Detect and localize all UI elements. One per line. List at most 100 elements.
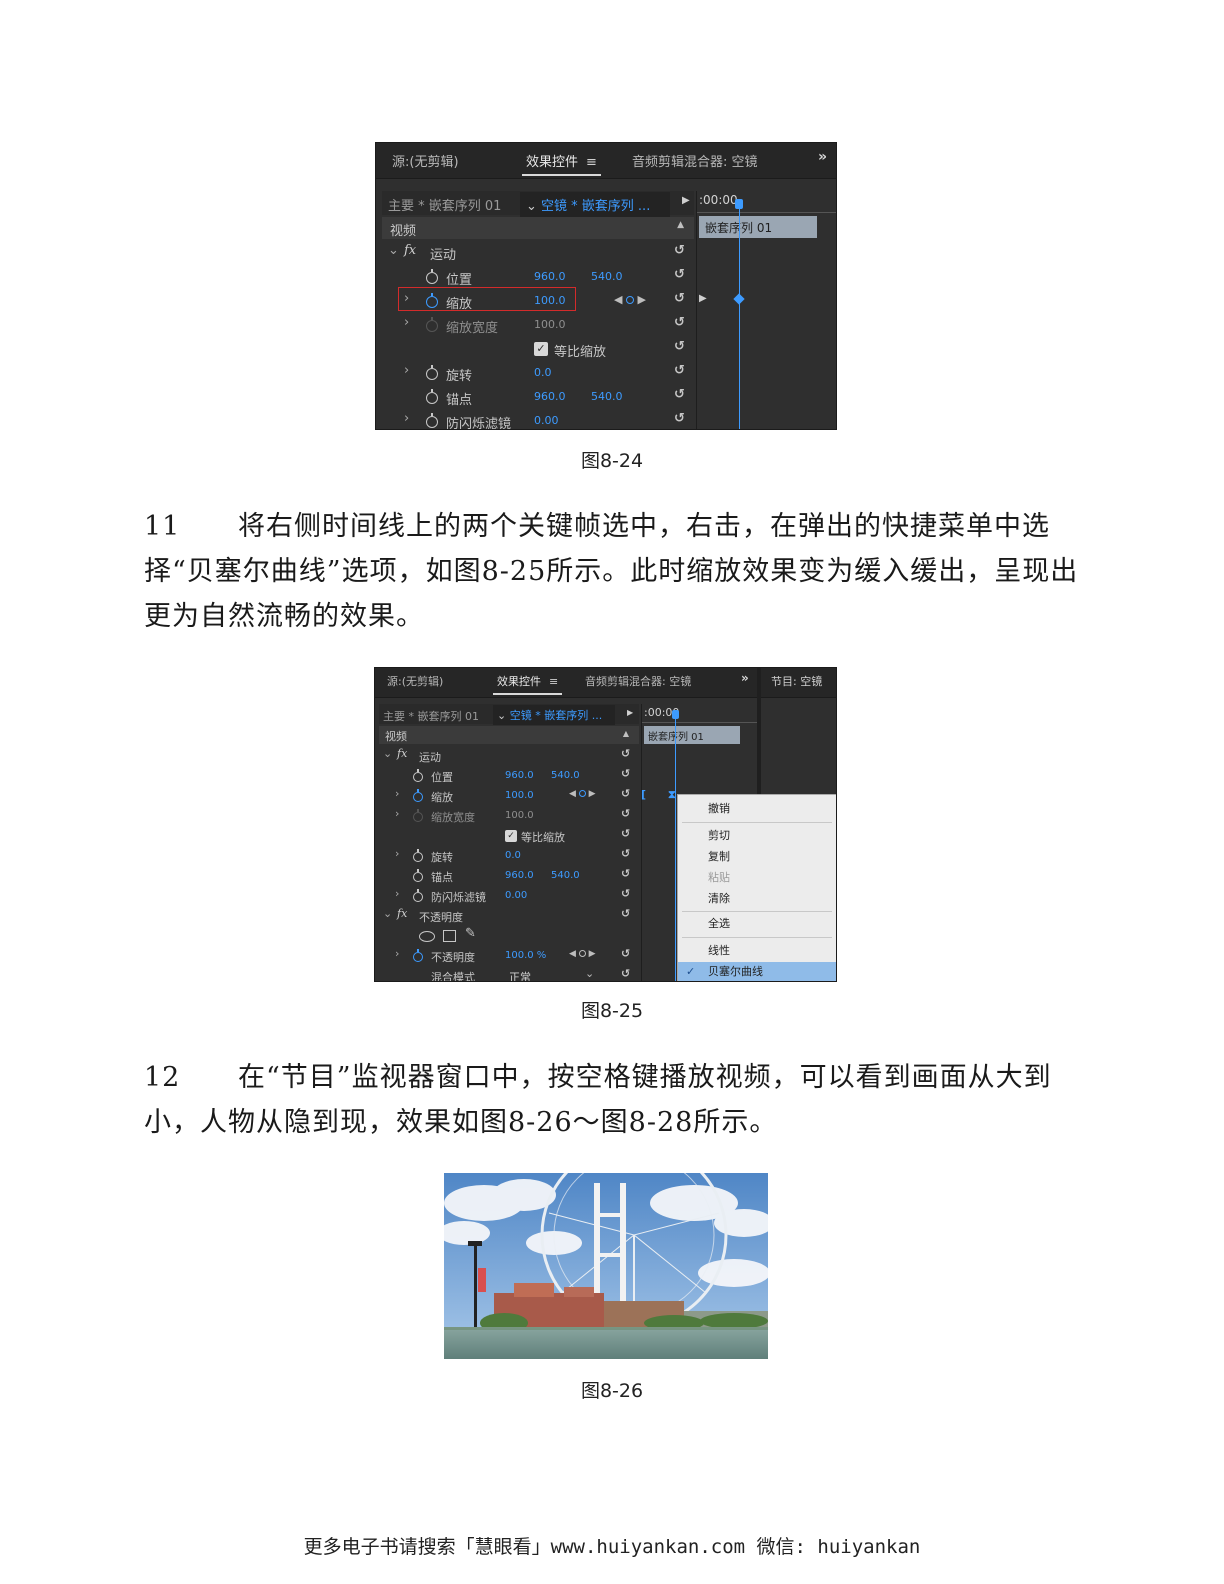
master-clip-label[interactable]: 主要 * 嵌套序列 01 (383, 708, 479, 724)
stopwatch-icon[interactable] (413, 892, 423, 902)
stopwatch-icon[interactable] (413, 952, 423, 962)
expand-chevron-icon[interactable]: › (404, 411, 409, 426)
reset-icon[interactable]: ↺ (621, 907, 630, 920)
tab-overflow-icon[interactable]: » (818, 149, 827, 165)
keyframe-navigator[interactable]: ◀ ▶ (614, 293, 646, 306)
stopwatch-icon[interactable] (426, 368, 438, 380)
reset-icon[interactable]: ↺ (621, 767, 630, 780)
scale-value[interactable]: 100.0 (505, 790, 534, 801)
reset-icon[interactable]: ↺ (621, 947, 630, 960)
stopwatch-icon[interactable] (413, 772, 423, 782)
reset-icon[interactable]: ↺ (621, 847, 630, 860)
play-triangle-icon[interactable]: ▶ (682, 195, 690, 206)
menu-cut[interactable]: 剪切 (678, 826, 836, 846)
playhead-handle[interactable] (735, 199, 743, 209)
keyframe-timeline[interactable]: :00:00 嵌套序列 01 ▶ (696, 191, 836, 429)
rotation-value[interactable]: 0.0 (534, 366, 552, 379)
reset-icon[interactable]: ↺ (674, 387, 685, 402)
clip-bar[interactable]: 嵌套序列 01 (644, 726, 740, 744)
tab-source[interactable]: 源:(无剪辑) (387, 673, 443, 689)
tab-menu-icon[interactable]: ≡ (549, 675, 558, 688)
add-keyframe-icon[interactable] (578, 790, 586, 797)
expand-chevron-icon[interactable]: ⌄ (383, 907, 392, 920)
collapse-up-icon[interactable]: ▲ (677, 220, 684, 230)
expand-chevron-icon[interactable]: › (395, 887, 399, 900)
position-x-value[interactable]: 960.0 (534, 270, 566, 283)
fx-icon[interactable]: fx (397, 907, 407, 920)
add-keyframe-icon[interactable] (578, 950, 586, 957)
reset-icon[interactable]: ↺ (674, 339, 685, 354)
reset-icon[interactable]: ↺ (674, 291, 685, 306)
bezier-keyframe-icon[interactable]: ⧗ (668, 788, 676, 802)
reset-icon[interactable]: ↺ (674, 243, 685, 258)
anchor-y-value[interactable]: 540.0 (591, 390, 623, 403)
expand-chevron-icon[interactable]: › (395, 847, 399, 860)
pen-mask-icon[interactable]: ✎ (465, 926, 476, 941)
tab-overflow-icon[interactable]: » (741, 671, 749, 685)
stopwatch-icon[interactable] (426, 392, 438, 404)
keyframe-navigator[interactable]: ◀ ▶ (569, 949, 596, 959)
rectangle-mask-icon[interactable] (443, 930, 456, 942)
expand-chevron-icon[interactable]: ⌄ (388, 243, 399, 258)
opacity-value[interactable]: 100.0 % (505, 950, 546, 961)
expand-chevron-icon[interactable]: › (404, 363, 409, 378)
effect-motion-row[interactable]: ⌄ fx 运动 ↺ (379, 746, 639, 766)
reset-icon[interactable]: ↺ (621, 867, 630, 880)
playhead-handle[interactable] (672, 710, 679, 719)
stopwatch-icon[interactable] (413, 852, 423, 862)
play-triangle-icon[interactable]: ▶ (627, 708, 633, 717)
fx-icon[interactable]: fx (404, 243, 416, 258)
reset-icon[interactable]: ↺ (674, 267, 685, 282)
position-y-value[interactable]: 540.0 (591, 270, 623, 283)
play-triangle-icon[interactable]: ▶ (699, 293, 707, 304)
menu-clear[interactable]: 清除 (678, 889, 836, 909)
master-clip-label[interactable]: 主要 * 嵌套序列 01 (388, 195, 501, 214)
anchor-x-value[interactable]: 960.0 (505, 870, 534, 881)
checkbox-icon[interactable]: ✓ (505, 830, 517, 842)
expand-chevron-icon[interactable]: › (395, 807, 399, 820)
tab-menu-icon[interactable]: ≡ (586, 155, 597, 170)
sequence-clip-dropdown[interactable]: ⌄ 空镜 * 嵌套序列 ... (493, 705, 615, 725)
fx-icon[interactable]: fx (397, 747, 407, 760)
keyframe-navigator[interactable]: ◀ ▶ (569, 789, 596, 799)
effect-motion-row[interactable]: ⌄ fx 运动 ↺ (382, 241, 694, 265)
tab-program-monitor[interactable]: 节目: 空镜 (771, 673, 822, 689)
reset-icon[interactable]: ↺ (674, 411, 685, 426)
expand-chevron-icon[interactable]: ⌄ (383, 747, 392, 760)
clip-bar[interactable]: 嵌套序列 01 (699, 216, 817, 238)
reset-icon[interactable]: ↺ (621, 747, 630, 760)
checkbox-icon[interactable]: ✓ (534, 342, 548, 356)
expand-chevron-icon[interactable]: › (395, 947, 399, 960)
menu-select-all[interactable]: 全选 (678, 914, 836, 934)
tab-source[interactable]: 源:(无剪辑) (392, 151, 459, 170)
flicker-value[interactable]: 0.00 (534, 414, 559, 427)
effect-opacity-row[interactable]: ⌄ fx 不透明度 ↺ (379, 906, 639, 926)
expand-chevron-icon[interactable]: › (395, 787, 399, 800)
flicker-value[interactable]: 0.00 (505, 890, 527, 901)
reset-icon[interactable]: ↺ (621, 807, 630, 820)
reset-icon[interactable]: ↺ (621, 787, 630, 800)
expand-chevron-icon[interactable]: › (404, 315, 409, 330)
sequence-clip-dropdown[interactable]: ⌄ 空镜 * 嵌套序列 ... (520, 192, 670, 217)
tab-audio-clip-mixer[interactable]: 音频剪辑混合器: 空镜 (632, 151, 758, 170)
anchor-x-value[interactable]: 960.0 (534, 390, 566, 403)
add-keyframe-icon[interactable] (625, 296, 634, 304)
position-y-value[interactable]: 540.0 (551, 770, 580, 781)
bezier-keyframe-icon[interactable]: [ (641, 788, 646, 801)
reset-icon[interactable]: ↺ (674, 363, 685, 378)
anchor-y-value[interactable]: 540.0 (551, 870, 580, 881)
stopwatch-icon[interactable] (413, 872, 423, 882)
ellipse-mask-icon[interactable] (419, 931, 435, 942)
chevron-down-icon[interactable]: ⌄ (585, 967, 594, 980)
stopwatch-icon[interactable] (426, 416, 438, 428)
reset-icon[interactable]: ↺ (621, 827, 630, 840)
blend-mode-dropdown[interactable]: 正常 (509, 969, 531, 981)
menu-bezier[interactable]: ✓ 贝塞尔曲线 (678, 962, 836, 981)
tab-audio-clip-mixer[interactable]: 音频剪辑混合器: 空镜 (585, 673, 691, 689)
reset-icon[interactable]: ↺ (621, 887, 630, 900)
stopwatch-icon[interactable] (413, 792, 423, 802)
reset-icon[interactable]: ↺ (621, 967, 630, 980)
tab-effect-controls[interactable]: 效果控件 ≡ (522, 151, 601, 176)
rotation-value[interactable]: 0.0 (505, 850, 521, 861)
collapse-up-icon[interactable]: ▲ (623, 729, 629, 738)
